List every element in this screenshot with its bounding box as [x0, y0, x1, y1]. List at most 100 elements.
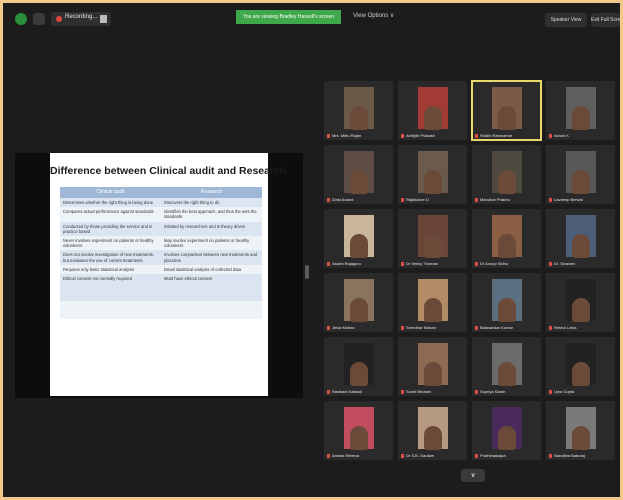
participant-silhouette: [571, 234, 590, 258]
participant-silhouette: [423, 298, 442, 322]
participant-tile[interactable]: Mrs. Mittu Rajan: [324, 81, 393, 140]
participant-name-text: Rajkishore D: [406, 197, 429, 202]
pause-icon[interactable]: [100, 15, 107, 23]
participant-tile[interactable]: Ravikant Kaikadi: [324, 337, 393, 396]
speaker-view-button[interactable]: Speaker View: [545, 13, 587, 27]
recording-label: Recording...: [65, 14, 98, 20]
participant-name-text: Ravikant Kaikadi: [332, 389, 362, 394]
table-header: Clinical audit Research: [60, 187, 262, 198]
participant-name-text: Mrs. Mittu Rajan: [332, 133, 362, 138]
muted-mic-icon: [327, 261, 330, 266]
table-row: [60, 301, 262, 320]
participant-name: Riddhi Ramnarine: [475, 133, 539, 138]
split-drag-handle[interactable]: [305, 265, 309, 279]
meeting-window: Recording... You are viewing Bradley Has…: [0, 0, 623, 500]
participant-silhouette: [349, 106, 368, 130]
recording-indicator[interactable]: Recording...: [51, 12, 111, 26]
muted-mic-icon: [327, 389, 330, 394]
participant-tile[interactable]: Riddhi Ramnarine: [471, 80, 542, 141]
muted-mic-icon: [327, 133, 330, 138]
participant-silhouette: [349, 362, 368, 386]
participant-name: Lavdeep Berwal: [549, 197, 613, 202]
participant-name-text: Manohar Prabhu: [480, 197, 510, 202]
participant-name: Prathimakalpa: [475, 453, 539, 458]
participant-gallery: Mrs. Mittu Rajan Abhijith Prakash Riddhi R…: [324, 80, 615, 464]
table-cell: Detail statistical analysis of collected…: [164, 266, 242, 272]
presentation-slide: Difference between Clinical audit and Re…: [50, 153, 287, 396]
muted-mic-icon: [401, 453, 404, 458]
participant-tile[interactable]: Dr Venky Thomas: [398, 209, 467, 268]
participant-tile[interactable]: Dr S.B. Gautam: [398, 401, 467, 460]
table-row: Does not involve investigation of new tr…: [60, 250, 262, 265]
video-icon[interactable]: [33, 13, 45, 25]
exit-full-screen-button[interactable]: Exit Full Screen: [591, 13, 620, 27]
slide-title: Difference between Clinical audit and Re…: [50, 165, 287, 177]
participant-name-text: Anisha Rebeca: [332, 453, 360, 458]
participant-tile[interactable]: Manohar Prabhu: [472, 145, 541, 204]
table-row: Determines whether the right thing is be…: [60, 198, 262, 208]
participant-name: Dr. Sivaram: [549, 261, 613, 266]
table-cell: Conducted by those providing the service…: [63, 223, 153, 234]
table-cell: May involve experiment on patients or he…: [164, 238, 250, 249]
participant-name-text: Rekha Lohia: [554, 325, 577, 330]
table-cell: Determines whether the right thing is be…: [63, 200, 154, 205]
table-cell: Never involves experiment on patients or…: [63, 238, 154, 249]
participant-name-text: Aswini Rajaguru: [332, 261, 361, 266]
participant-name: Supriya Sarah: [475, 389, 539, 394]
participant-tile[interactable]: Sumit Bhutani: [398, 337, 467, 396]
table-row: Compares actual performance against stan…: [60, 207, 262, 222]
participant-silhouette: [497, 234, 516, 258]
participant-name: Manohar Prabhu: [475, 197, 539, 202]
participant-silhouette: [423, 234, 442, 258]
security-shield-icon[interactable]: [15, 13, 27, 25]
participant-tile[interactable]: Abhijith Prakash: [398, 81, 467, 140]
participant-name-text: Dr Anoop Sidhu: [480, 261, 509, 266]
participant-silhouette: [497, 362, 516, 386]
comparison-table: Clinical audit Research Determines wheth…: [60, 187, 262, 320]
participant-silhouette: [423, 362, 442, 386]
participant-tile[interactable]: Rajkishore D: [398, 145, 467, 204]
muted-mic-icon: [401, 261, 404, 266]
participant-tile[interactable]: Anisha Rebeca: [324, 401, 393, 460]
column-header: Research: [200, 189, 223, 195]
participant-tile[interactable]: Lavdeep Berwal: [546, 145, 615, 204]
shared-screen: Difference between Clinical audit and Re…: [15, 153, 303, 398]
table-cell: Initiated by researchers and is theory d…: [164, 223, 246, 229]
participant-name: Rajkishore D: [401, 197, 465, 202]
participant-tile[interactable]: Aswini Rajaguru: [324, 209, 393, 268]
participant-silhouette: [571, 106, 590, 130]
participant-tile[interactable]: Jelsa Mohan: [324, 273, 393, 332]
participant-tile[interactable]: Dr. Sivaram: [546, 209, 615, 268]
participant-tile[interactable]: Ujna Gupta: [546, 337, 615, 396]
participant-name-text: Abhijith Prakash: [406, 133, 435, 138]
participant-name: Ujna Gupta: [549, 389, 613, 394]
participant-silhouette: [349, 298, 368, 322]
participant-name-text: Lavdeep Berwal: [554, 197, 583, 202]
participant-silhouette: [349, 170, 368, 194]
participant-name-text: Prathimakalpa: [480, 453, 506, 458]
view-options-button[interactable]: View Options ∨: [353, 12, 394, 19]
participant-name: Rekha Lohia: [549, 325, 613, 330]
participant-silhouette: [423, 426, 442, 450]
participant-name-text: Riddhi Ramnarine: [480, 133, 513, 138]
participant-tile[interactable]: Prathimakalpa: [472, 401, 541, 460]
muted-mic-icon: [401, 133, 404, 138]
participant-tile[interactable]: Supriya Sarah: [472, 337, 541, 396]
participant-name: Jelsa Mohan: [327, 325, 391, 330]
participant-tile[interactable]: Sreedhar Mohan: [398, 273, 467, 332]
table-cell: Ethical consent not normally required: [63, 276, 132, 282]
table-cell: Requires only basic statistical analysis: [63, 266, 135, 272]
muted-mic-icon: [401, 325, 404, 330]
participant-tile[interactable]: Rekha Lohia: [546, 273, 615, 332]
participant-silhouette: [349, 426, 368, 450]
participant-tile[interactable]: Ashok K: [546, 81, 615, 140]
participant-tile[interactable]: Balasankar Kumar: [472, 273, 541, 332]
participant-tile[interactable]: Dinki Anand: [324, 145, 393, 204]
table-row: Conducted by those providing the service…: [60, 221, 262, 237]
participant-silhouette: [497, 298, 516, 322]
show-more-button[interactable]: ∨: [461, 469, 485, 482]
participant-name: Dr Venky Thomas: [401, 261, 465, 266]
muted-mic-icon: [549, 261, 552, 266]
participant-tile[interactable]: Nanditha Baburaj: [546, 401, 615, 460]
participant-tile[interactable]: Dr Anoop Sidhu: [472, 209, 541, 268]
